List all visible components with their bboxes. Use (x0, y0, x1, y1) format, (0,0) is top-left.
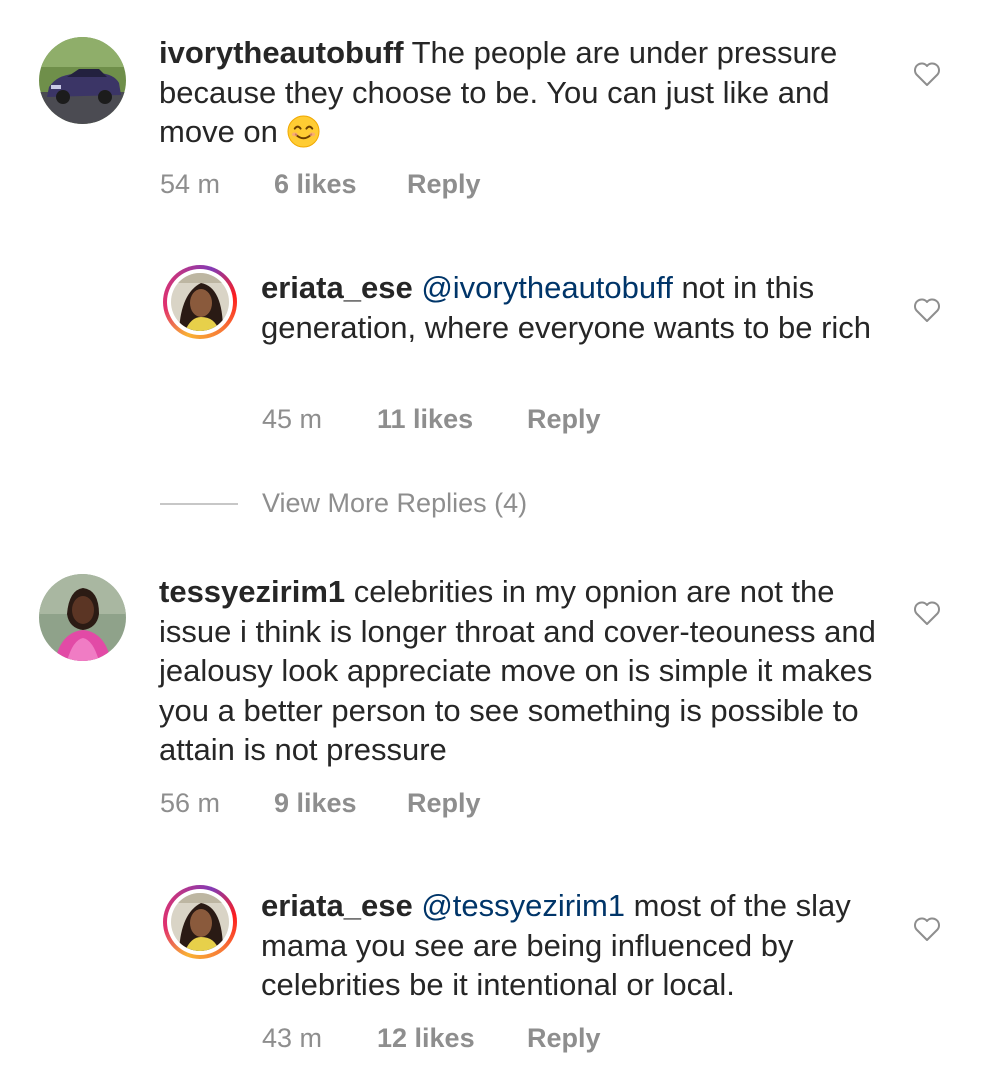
avatar (171, 893, 229, 951)
comment-time: 54 m (160, 169, 221, 199)
likes-count[interactable]: 12 likes (377, 1022, 475, 1054)
comment-meta: 45 m 11 likes Reply (262, 403, 662, 435)
comment-username[interactable]: ivorytheautobuff (159, 35, 404, 70)
likes-count[interactable]: 9 likes (274, 787, 357, 819)
comment-username[interactable]: eriata_ese (261, 888, 413, 923)
comment-meta: 43 m 12 likes Reply (262, 1022, 662, 1054)
reply-button[interactable]: Reply (527, 403, 601, 435)
avatar[interactable] (39, 37, 126, 124)
profile-photo-icon (171, 273, 229, 331)
mention-link[interactable]: @tessyezirim1 (421, 888, 625, 923)
comment-item: tessyezirim1 celebrities in my opnion ar… (0, 560, 995, 840)
story-ring[interactable] (163, 885, 237, 959)
comment-text: eriata_ese @ivorytheautobuff not in this… (261, 268, 881, 347)
thread-divider (160, 503, 238, 505)
comment-time: 45 m (262, 404, 323, 434)
comment-time: 43 m (262, 1023, 323, 1053)
profile-photo-icon (171, 893, 229, 951)
likes-count[interactable]: 6 likes (274, 168, 357, 200)
profile-photo-icon (39, 574, 126, 661)
comment-time: 56 m (160, 788, 221, 818)
comment-username[interactable]: eriata_ese (261, 270, 413, 305)
avatar (171, 273, 229, 331)
reply-button[interactable]: Reply (527, 1022, 601, 1054)
comment-text: ivorytheautobuff The people are under pr… (159, 33, 879, 152)
mention-link[interactable]: @ivorytheautobuff (421, 270, 673, 305)
reply-item: eriata_ese @tessyezirim1 most of the sla… (0, 860, 995, 1080)
reply-button[interactable]: Reply (407, 168, 481, 200)
story-ring[interactable] (163, 265, 237, 339)
heart-outline-icon[interactable] (913, 61, 941, 87)
likes-count[interactable]: 11 likes (377, 403, 473, 435)
comment-text: tessyezirim1 celebrities in my opnion ar… (159, 572, 889, 770)
reply-item: eriata_ese @ivorytheautobuff not in this… (0, 240, 995, 460)
heart-outline-icon[interactable] (913, 297, 941, 323)
smiling-face-emoji-icon (287, 115, 320, 148)
car-photo-icon (39, 37, 126, 124)
heart-outline-icon[interactable] (913, 600, 941, 626)
view-more-replies[interactable]: View More Replies (4) (160, 486, 580, 520)
comment-text: eriata_ese @tessyezirim1 most of the sla… (261, 886, 881, 1005)
comment-meta: 56 m 9 likes Reply (160, 787, 560, 819)
heart-outline-icon[interactable] (913, 916, 941, 942)
comment-meta: 54 m 6 likes Reply (160, 168, 560, 200)
reply-button[interactable]: Reply (407, 787, 481, 819)
view-more-replies-label[interactable]: View More Replies (4) (262, 486, 527, 520)
comment-item: ivorytheautobuff The people are under pr… (0, 0, 995, 230)
avatar[interactable] (39, 574, 126, 661)
comment-username[interactable]: tessyezirim1 (159, 574, 345, 609)
